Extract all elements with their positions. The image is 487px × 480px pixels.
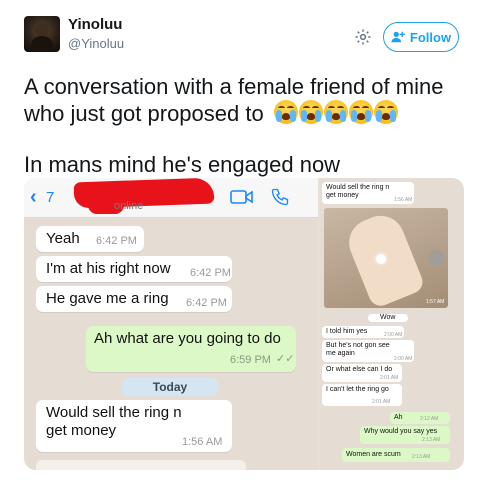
gear-icon[interactable] — [354, 28, 372, 46]
message-bubble: Would sell the ring n get money 1:56 AM — [322, 182, 414, 204]
message-bubble-outgoing: Ah 2:12 AM — [390, 412, 450, 424]
message-time: 2:13 AM — [412, 454, 431, 460]
image-preview — [36, 460, 246, 470]
message-text: Why would you say yes — [364, 428, 438, 435]
crying-face-emoji — [348, 100, 373, 124]
user-handle[interactable]: @Yinoluu — [68, 36, 124, 51]
avatar[interactable] — [24, 16, 60, 52]
chat-header: ‹ 7 online — [24, 178, 318, 218]
follow-label: Follow — [409, 29, 452, 45]
message-bubble-outgoing: Why would you say yes 2:13 AM — [360, 426, 450, 444]
message-bubble: Or what else can I do 2:01 AM — [322, 364, 402, 382]
share-icon — [428, 250, 444, 266]
message-time: 1:57 AM — [426, 299, 445, 305]
crying-face-emoji — [273, 100, 298, 124]
message-time: 2:12 AM — [420, 416, 439, 422]
message-bubble: But he's not gon see me again 2:00 AM — [322, 340, 414, 362]
add-user-icon — [391, 31, 405, 43]
message-text: I told him yes — [326, 328, 368, 335]
message-text: Women are scum — [346, 451, 401, 458]
follow-button[interactable]: Follow — [383, 22, 459, 52]
chat-status: online — [114, 200, 144, 212]
tweet-text-line2: In mans mind he's engaged now — [24, 152, 341, 177]
emoji-row — [273, 100, 398, 124]
display-name[interactable]: Yinoluu — [68, 16, 122, 33]
message-text: Or what else can I do — [326, 366, 393, 373]
message-time: 6:59 PM — [230, 354, 271, 366]
message-time: 6:42 PM — [96, 235, 137, 247]
message-bubble-outgoing: Women are scum 2:13 AM — [342, 448, 450, 462]
message-text: I'm at his right now — [46, 260, 171, 277]
message-text: Yeah — [46, 230, 80, 247]
message-bubble: I can't let the ring go 2:01 AM — [322, 384, 402, 406]
message-time: 1:56 AM — [394, 197, 413, 203]
message-text: Ah what are you going to do — [94, 330, 281, 347]
back-chevron-icon: ‹ — [30, 186, 37, 208]
message-text: I can't let the ring go — [326, 386, 389, 393]
right-chat-screenshot: Would sell the ring n get money 1:56 AM … — [320, 178, 464, 470]
back-count: 7 — [46, 189, 55, 206]
message-time: 2:13 AM — [422, 437, 441, 443]
message-time: 2:01 AM — [372, 399, 391, 405]
message-bubble: I'm at his right now 6:42 PM — [36, 256, 232, 282]
crying-face-emoji — [298, 100, 323, 124]
tweet-text: A conversation with a female friend of m… — [24, 74, 464, 127]
message-time: 2:01 AM — [380, 375, 399, 381]
message-time: 2:00 AM — [394, 356, 413, 362]
message-time: 6:42 PM — [190, 267, 231, 279]
message-bubble: Wow — [368, 314, 408, 322]
message-text: Would sell the ring n get money — [326, 184, 390, 199]
tweet-photo[interactable]: ‹ 7 online Yeah 6:42 PM I'm at his right… — [24, 178, 464, 470]
left-chat-screenshot: ‹ 7 online Yeah 6:42 PM I'm at his right… — [24, 178, 318, 470]
message-time: 1:56 AM — [182, 436, 223, 448]
crying-face-emoji — [323, 100, 348, 124]
message-text: Wow — [380, 314, 396, 321]
message-bubble: Yeah 6:42 PM — [36, 226, 144, 252]
phone-icon — [271, 188, 289, 206]
video-call-icon — [230, 190, 253, 204]
message-time: 2:00 AM — [384, 332, 403, 338]
message-text: Would sell the ring n get money — [46, 404, 182, 439]
message-bubble: I told him yes 2:00 AM — [322, 326, 404, 338]
message-bubble: Would sell the ring n get money 1:56 AM — [36, 400, 232, 452]
crying-face-emoji — [373, 100, 398, 124]
message-text: Ah — [394, 414, 403, 421]
message-bubble: He gave me a ring 6:42 PM — [36, 286, 232, 312]
message-bubble-outgoing: Ah what are you going to do 6:59 PM ✓✓ — [86, 326, 296, 372]
date-divider: Today — [122, 378, 218, 396]
message-text: He gave me a ring — [46, 290, 169, 307]
read-ticks-icon: ✓✓ — [276, 353, 295, 365]
message-time: 6:42 PM — [186, 297, 227, 309]
message-text: But he's not gon see me again — [326, 342, 390, 357]
